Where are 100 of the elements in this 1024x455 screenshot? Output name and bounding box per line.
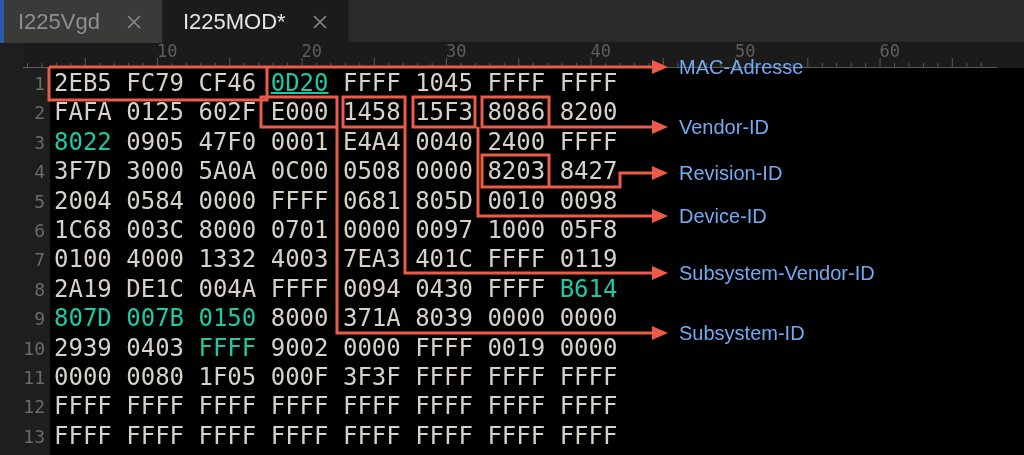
hex-word: 0000: [559, 304, 618, 334]
annotation-label: Revision-ID: [679, 161, 783, 185]
close-icon[interactable]: [125, 13, 142, 30]
hex-word: 0905: [126, 127, 185, 158]
hex-word: B614: [559, 274, 618, 305]
hex-word: FFFF: [559, 392, 618, 422]
hex-word: 0150: [198, 304, 257, 334]
hex-word: FFFF: [270, 392, 329, 422]
hex-word: 000F: [270, 362, 329, 393]
hex-word: FFFF: [54, 392, 112, 422]
hex-word: 8200: [559, 98, 618, 128]
hex-word: 15F3: [415, 98, 473, 128]
hex-word: 0097: [415, 215, 473, 246]
hex-word: 2A19: [54, 274, 112, 305]
hex-word: 8022: [54, 127, 112, 158]
hex-word: FFFF: [270, 421, 329, 452]
hex-word: 0000: [415, 157, 473, 187]
hex-word: 0508: [342, 157, 401, 187]
hex-word: DE1C: [126, 274, 185, 305]
hex-word: 2EB5: [54, 69, 112, 99]
line-number: 4: [33, 160, 46, 185]
close-icon[interactable]: [311, 13, 328, 30]
hex-word: 2400: [487, 127, 546, 158]
ruler-number: 30: [446, 43, 467, 56]
hex-word: FFFF: [415, 421, 473, 452]
hex-word: 0119: [559, 245, 618, 275]
window-edge: [0, 0, 4, 43]
hex-word: 3F3F: [342, 362, 401, 393]
hex-word: 0000: [54, 362, 112, 393]
hex-word: 1000: [487, 215, 546, 246]
editor-tab[interactable]: I225MOD*: [162, 0, 349, 43]
hex-word: CF46: [198, 69, 257, 99]
hex-word: FFFF: [415, 333, 473, 363]
hex-word: FFFF: [487, 392, 546, 422]
hex-word: FFFF: [487, 69, 546, 99]
hex-word: FFFF: [198, 333, 257, 363]
hex-word: FFFF: [126, 392, 185, 422]
line-number: 12: [22, 395, 46, 420]
hex-word: 7EA3: [342, 245, 401, 275]
ruler-number: 20: [301, 43, 323, 56]
line-number: 2: [33, 101, 46, 126]
line-number: 10: [22, 336, 46, 361]
hex-word: FFFF: [559, 421, 618, 452]
line-number: 6: [33, 218, 46, 243]
hex-word: 1045: [415, 69, 473, 99]
line-number: 11: [22, 365, 46, 390]
hex-word: 8427: [559, 157, 618, 187]
hex-word: 0019: [487, 333, 546, 363]
hex-word: 0040: [415, 127, 473, 158]
hex-word: 0D20: [270, 69, 329, 99]
hex-word: 0681: [342, 186, 401, 216]
hex-word: FFFF: [270, 274, 329, 305]
hex-word: 0000: [342, 215, 401, 246]
hex-word: FFFF: [487, 362, 546, 393]
hex-word: 8203: [487, 157, 546, 187]
ruler-number: 10: [157, 43, 178, 56]
hex-word: 0010: [487, 186, 546, 216]
hex-word: 0C00: [270, 157, 329, 187]
hex-word: 9002: [270, 333, 329, 363]
hex-word: 8000: [198, 215, 257, 246]
hex-word: FFFF: [342, 421, 401, 452]
hex-word: FFFF: [487, 421, 546, 452]
hex-word: FFFF: [559, 362, 618, 393]
hex-word: FFFF: [198, 421, 257, 452]
editor-tab[interactable]: I225Vgd: [4, 0, 163, 43]
hex-word: 0000: [559, 333, 618, 363]
hex-word: 47F0: [198, 127, 257, 158]
hex-word: FFFF: [415, 362, 473, 393]
annotation-label: Subsystem-ID: [679, 321, 805, 345]
hex-word: FFFF: [126, 421, 185, 452]
hex-word: FFFF: [415, 392, 473, 422]
hex-word: 1F05: [198, 362, 257, 393]
hex-word: FFFF: [487, 274, 546, 305]
hex-word: 0584: [126, 186, 185, 216]
hex-word: 0701: [270, 215, 329, 246]
hex-word: FFFF: [198, 392, 257, 422]
hex-word: E4A4: [342, 127, 401, 158]
hex-word: 1458: [342, 98, 401, 128]
hex-word: FFFF: [54, 421, 112, 452]
line-number: 3: [33, 130, 46, 155]
hex-word: FFFF: [342, 69, 401, 99]
hex-word: FFFF: [342, 392, 401, 422]
hex-word: 0080: [126, 362, 185, 393]
hex-word: 2004: [54, 186, 112, 216]
hex-word: FC79: [126, 69, 185, 99]
hex-word: 0000: [487, 304, 546, 334]
line-number: 1: [33, 72, 46, 96]
hex-word: 0125: [126, 98, 185, 128]
hex-word: 003C: [126, 215, 185, 246]
annotation-label: Vendor-ID: [679, 115, 770, 139]
line-number: 7: [33, 248, 46, 273]
hex-word: 805D: [415, 186, 473, 216]
hex-word: FFFF: [270, 186, 329, 216]
hex-word: 371A: [342, 304, 401, 334]
annotation-label: Device-ID: [679, 204, 767, 228]
hex-word: 4003: [270, 245, 329, 275]
hex-word: 8086: [487, 98, 546, 128]
line-number: 13: [22, 424, 46, 449]
ruler-number: 50: [735, 43, 756, 56]
hex-word: 401C: [415, 245, 473, 275]
